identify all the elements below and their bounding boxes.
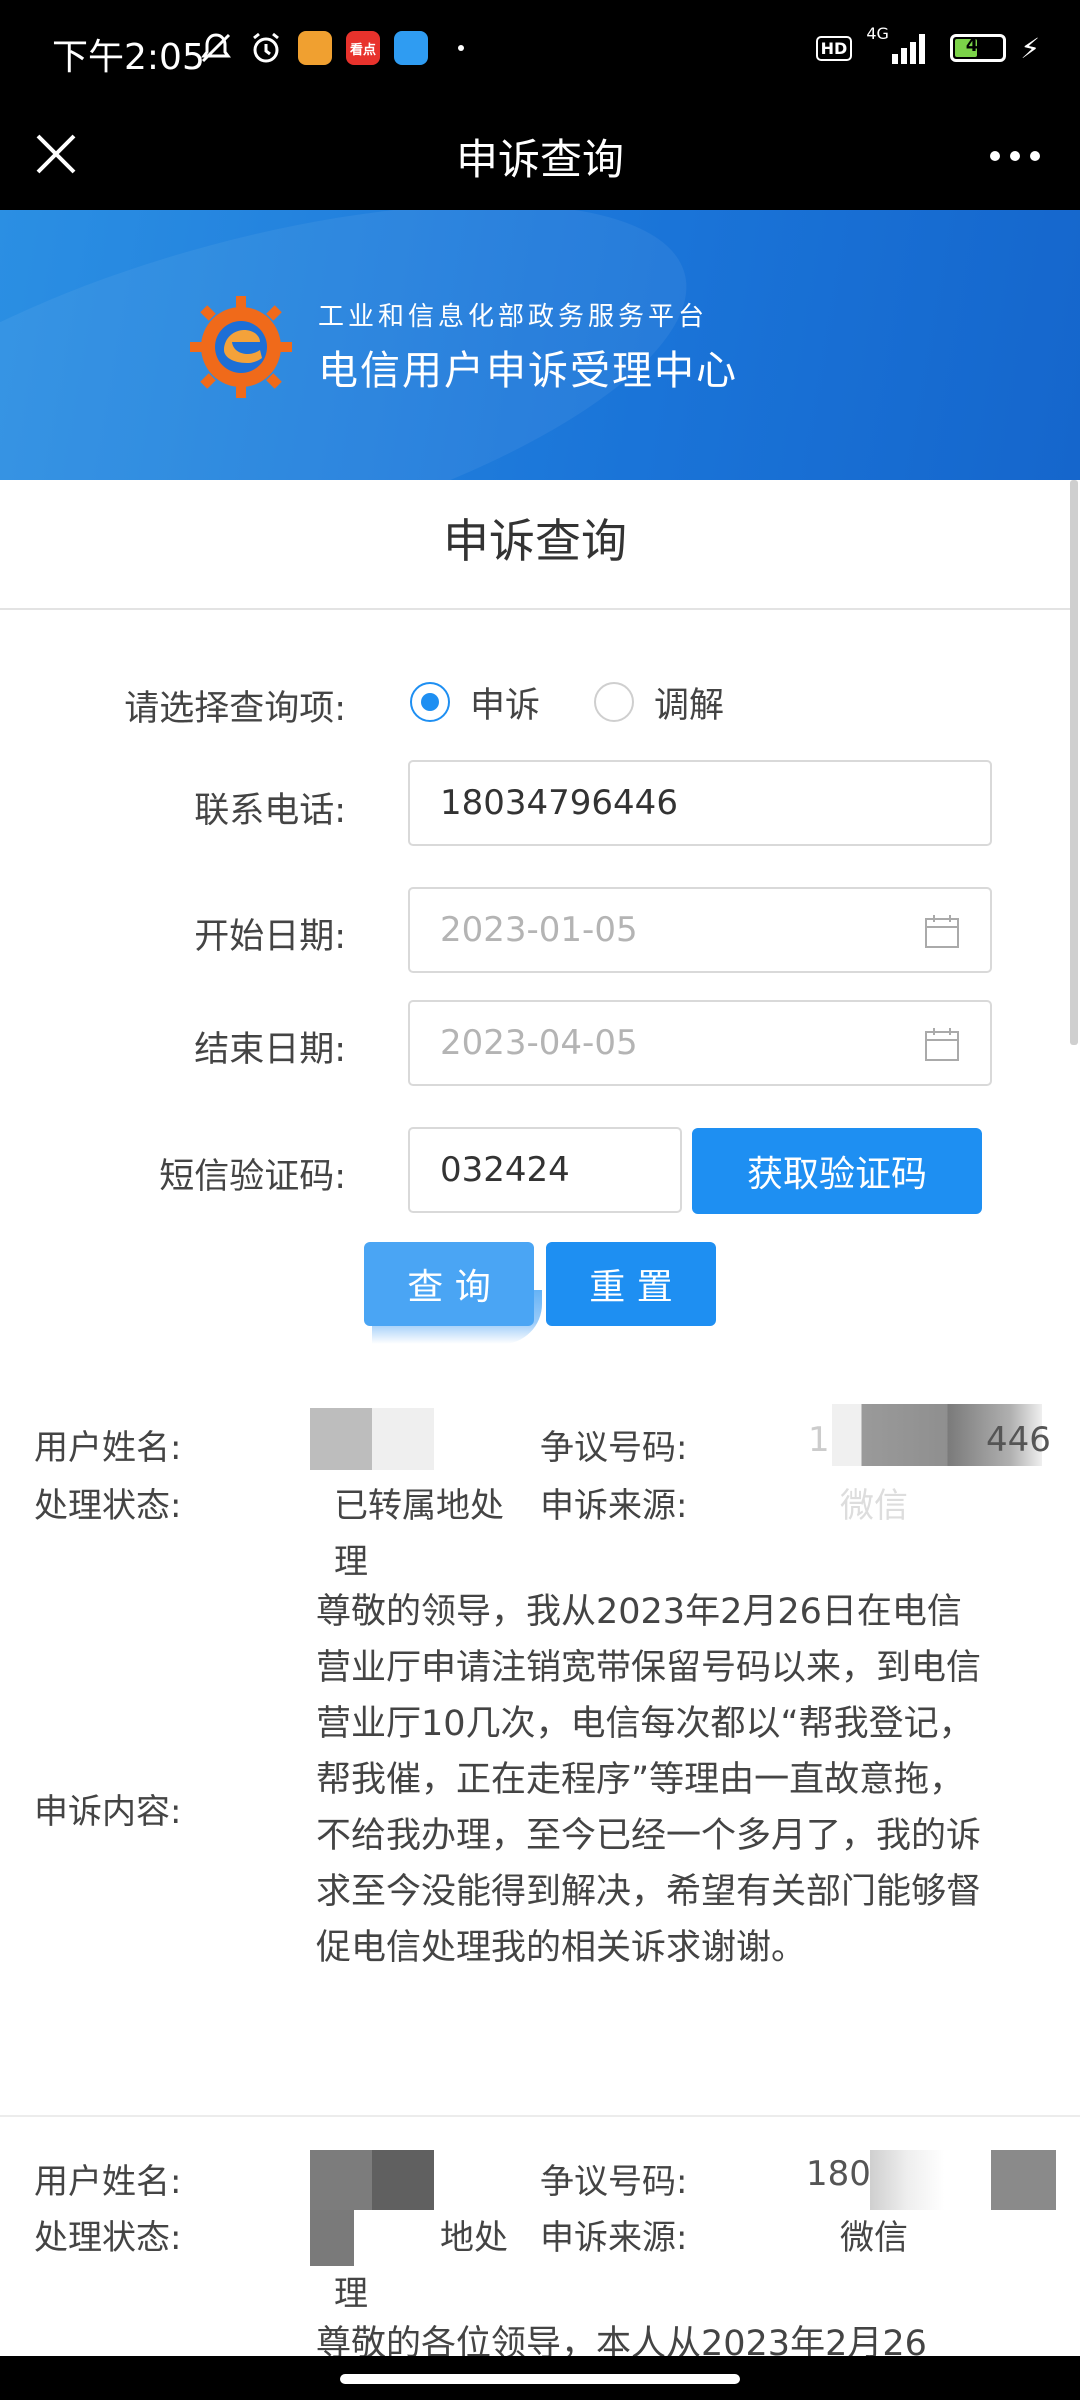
- calendar-icon[interactable]: [924, 913, 960, 949]
- dispute-number-prefix: 1: [808, 1420, 830, 1460]
- status-label: 处理状态:: [34, 1486, 182, 1526]
- status-time: 下午2:05: [52, 37, 205, 78]
- user-name-label: 用户姓名:: [34, 2162, 182, 2202]
- dispute-number-label: 争议号码:: [540, 1428, 688, 1468]
- masked-name: [310, 2150, 434, 2210]
- app-notification-icon: [298, 31, 332, 65]
- source-value: 微信: [840, 1486, 908, 1526]
- sms-code-label: 短信验证码:: [159, 1157, 346, 1197]
- banner-title: 电信用户申诉受理中心: [318, 348, 738, 394]
- section-title: 申诉查询: [0, 480, 1070, 610]
- masked-status: [310, 2210, 436, 2266]
- status-label: 处理状态:: [34, 2218, 182, 2258]
- radio-mediation-button[interactable]: [594, 682, 634, 722]
- header-banner: 工业和信息化部政务服务平台 电信用户申诉受理中心: [0, 210, 1080, 480]
- phone-field[interactable]: 18034796446: [408, 760, 992, 846]
- end-date-label: 结束日期:: [194, 1030, 346, 1070]
- start-date-label: 开始日期:: [194, 917, 346, 957]
- status-bar: 下午2:05 看点 HD 4G 44 ⚡: [0, 0, 1080, 104]
- status-value-cont: 理: [334, 1542, 368, 1582]
- dispute-number-suffix: 446: [986, 1420, 1051, 1460]
- hd-badge: HD: [815, 35, 853, 61]
- battery-level: 44: [965, 35, 991, 56]
- radio-mediation-label: 调解: [654, 685, 725, 726]
- content-label: 申诉内容:: [34, 1792, 182, 1832]
- reset-button[interactable]: 重 置: [546, 1242, 716, 1326]
- ministry-logo-icon: [186, 292, 296, 402]
- end-date-placeholder: 2023-04-05: [440, 1023, 638, 1063]
- signal-icon: 4G: [866, 24, 936, 66]
- dispute-number-label: 争议号码:: [540, 2162, 688, 2202]
- app-badge-text: 看点: [349, 42, 376, 58]
- kandian-app-icon: 看点: [346, 31, 380, 65]
- title-bar: 申诉查询: [0, 104, 1080, 210]
- get-code-button[interactable]: 获取验证码: [692, 1128, 982, 1214]
- phone-label: 联系电话:: [194, 791, 346, 831]
- message-app-icon: [394, 31, 428, 65]
- mute-notification-icon: [198, 30, 234, 66]
- phone-value: 18034796446: [440, 783, 678, 823]
- charging-icon: ⚡: [1020, 31, 1040, 65]
- sms-code-field[interactable]: 032424: [408, 1127, 682, 1213]
- status-value: 地处: [440, 2218, 508, 2258]
- sms-code-value: 032424: [440, 1150, 570, 1190]
- complaint-content: 尊敬的领导，我从2023年2月26日在电信营业厅申请注销宽带保留号码以来，到电信…: [316, 1592, 982, 1968]
- scrollbar[interactable]: [1070, 480, 1078, 1045]
- query-button[interactable]: 查 询: [364, 1242, 534, 1326]
- radio-mediation[interactable]: 调解: [594, 677, 724, 727]
- home-indicator[interactable]: [340, 2374, 740, 2384]
- query-type-label: 请选择查询项:: [124, 689, 346, 729]
- more-options-icon[interactable]: [980, 126, 1050, 186]
- radio-complaint[interactable]: 申诉: [410, 677, 540, 727]
- page-header-title: 申诉查询: [455, 135, 624, 184]
- radio-complaint-label: 申诉: [470, 685, 541, 726]
- status-value: 已转属地处: [334, 1486, 504, 1526]
- alarm-icon: [248, 30, 284, 66]
- calendar-icon[interactable]: [924, 1026, 960, 1062]
- masked-dispute-number: [870, 2150, 1056, 2210]
- radio-complaint-button[interactable]: [410, 682, 450, 722]
- more-notifications-dot: [458, 45, 464, 51]
- result-divider: [0, 2115, 1080, 2117]
- source-value: 微信: [840, 2218, 908, 2258]
- start-date-placeholder: 2023-01-05: [440, 910, 638, 950]
- status-value-cont: 理: [334, 2274, 368, 2314]
- start-date-field[interactable]: 2023-01-05: [408, 887, 992, 973]
- source-label: 申诉来源:: [540, 1486, 688, 1526]
- source-label: 申诉来源:: [540, 2218, 688, 2258]
- banner-subtitle: 工业和信息化部政务服务平台: [318, 302, 709, 332]
- user-name-label: 用户姓名:: [34, 1428, 182, 1468]
- navigation-bar: [0, 2356, 1080, 2400]
- masked-name: [310, 1408, 434, 1470]
- battery-icon: 44: [950, 34, 1007, 62]
- end-date-field[interactable]: 2023-04-05: [408, 1000, 992, 1086]
